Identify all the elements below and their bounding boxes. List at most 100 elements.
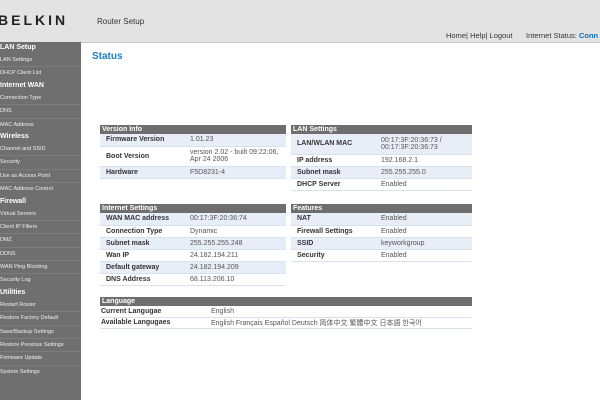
sidebar-item-client-ip-filters[interactable]: Client IP Filters: [0, 219, 81, 233]
internet-status: Internet Status: Conn: [526, 31, 598, 40]
row-value: 68.113.206.10: [190, 275, 235, 283]
sidebar-item-access-point[interactable]: Use as Access Point: [0, 168, 81, 182]
row-label: DHCP Server: [297, 180, 341, 188]
row-value: 24.182.194.209: [190, 263, 239, 271]
sidebar-item-wan-ping-blocking[interactable]: WAN Ping Blocking: [0, 260, 81, 273]
sidebar-item-connection-type[interactable]: Connection Type: [0, 92, 81, 104]
row-label: Wan IP: [106, 251, 130, 259]
sidebar-section-utilities[interactable]: Utilities: [0, 287, 81, 299]
language-options[interactable]: English Français Español Deutsch 简体中文 繁體…: [207, 317, 472, 328]
sidebar-item-virtual-servers[interactable]: Virtual Servers: [0, 208, 81, 220]
panel-header: Language: [100, 297, 472, 306]
row-label: NAT: [297, 215, 311, 223]
sidebar-item-dhcp-client-list[interactable]: DHCP Client List: [0, 66, 81, 79]
sidebar-item-mac-address-control[interactable]: MAC Address Control: [0, 182, 81, 195]
table-row: IP address 192.168.2.1: [291, 154, 472, 166]
belkin-logo: BELKIN: [0, 12, 69, 28]
table-row: Available Langugaes English Français Esp…: [100, 317, 472, 328]
row-value: Enabled: [381, 215, 407, 223]
sidebar-section-lan-setup[interactable]: LAN Setup: [0, 42, 81, 54]
logout-link[interactable]: Logout: [490, 31, 513, 40]
table-row: Boot Version version 2.02 - built 09:22:…: [100, 146, 286, 166]
row-label: Boot Version: [106, 152, 150, 160]
table-row: LAN/WLAN MAC 00:17:3F:20:36:73 / 00:17:3…: [291, 134, 472, 154]
row-label: Subnet mask: [297, 168, 341, 176]
table-row: Hardware F5D8231-4: [100, 166, 286, 178]
table-row: Wan IP 24.182.194.211: [100, 249, 286, 261]
row-label: IP address: [297, 156, 333, 164]
row-label: Firewall Settings: [297, 227, 353, 235]
row-value: 255.255.255.0: [381, 168, 426, 176]
sidebar-section-internet-wan[interactable]: Internet WAN: [0, 80, 81, 92]
table-row: WAN MAC address 00:17:3F:20:36:74: [100, 213, 286, 225]
internet-status-value: Conn: [578, 31, 599, 40]
internet-status-label: Internet Status:: [526, 31, 577, 40]
row-value: F5D8231-4: [190, 168, 226, 176]
table-row: NAT Enabled: [291, 213, 472, 225]
sidebar-section-firewall[interactable]: Firewall: [0, 196, 81, 208]
sidebar-item-restart-router[interactable]: Restart Router: [0, 299, 81, 311]
version-info-panel: Version Info Firmware Version 1.01.23 Bo…: [100, 125, 286, 179]
table-row: SSID keyworkgroup: [291, 237, 472, 249]
features-panel: Features NAT Enabled Firewall Settings E…: [291, 204, 472, 262]
row-label: Firmware Version: [106, 136, 165, 144]
row-label: Connection Type: [106, 227, 163, 235]
link-separator: |: [485, 31, 488, 40]
version-info-table: Firmware Version 1.01.23 Boot Version ve…: [100, 134, 286, 179]
sidebar-item-dns[interactable]: DNS: [0, 104, 81, 117]
row-value: 1.01.23: [190, 136, 214, 144]
row-label: Security: [297, 251, 325, 259]
home-link[interactable]: Home: [446, 31, 466, 40]
table-row: Security Enabled: [291, 249, 472, 261]
table-row: Current Langugae English: [100, 306, 472, 317]
row-label: WAN MAC address: [106, 215, 170, 223]
row-value: Enabled: [381, 227, 407, 235]
table-row: DNS Address 68.113.206.10: [100, 273, 286, 285]
sidebar-nav: LAN Setup LAN Settings DHCP Client List …: [0, 42, 81, 400]
row-value: 00:17:3F:20:36:73 / 00:17:3F:20:36:73: [381, 136, 442, 151]
table-row: Firmware Version 1.01.23: [100, 134, 286, 146]
features-table: NAT Enabled Firewall Settings Enabled SS…: [291, 213, 472, 262]
sidebar-item-restore-previous-settings[interactable]: Restore Previous Settings: [0, 338, 81, 351]
row-value: Dynamic: [190, 227, 218, 235]
sidebar-item-wireless-security[interactable]: Security: [0, 155, 81, 168]
table-row: Default gateway 24.182.194.209: [100, 261, 286, 273]
language-panel: Language Current Langugae English Availa…: [100, 297, 472, 329]
sidebar-item-restore-factory-default[interactable]: Restore Factory Default: [0, 311, 81, 324]
table-row: Connection Type Dynamic: [100, 225, 286, 237]
panel-header: LAN Settings: [291, 125, 472, 134]
sidebar-item-dmz[interactable]: DMZ: [0, 233, 81, 246]
row-label: Subnet mask: [106, 239, 150, 247]
page-title: Status: [92, 51, 123, 62]
row-value: 00:17:3F:20:36:74: [190, 215, 247, 223]
row-label: LAN/WLAN MAC: [297, 140, 353, 148]
table-row: Firewall Settings Enabled: [291, 225, 472, 237]
help-link[interactable]: Help: [470, 31, 485, 40]
table-row: DHCP Server Enabled: [291, 178, 472, 190]
row-value: 255.255.255.248: [190, 239, 243, 247]
row-label: SSID: [297, 239, 314, 247]
panel-header: Version Info: [100, 125, 286, 134]
language-table: Current Langugae English Available Langu…: [100, 306, 472, 329]
sidebar-item-firmware-update[interactable]: Firmware Update: [0, 351, 81, 364]
sidebar-item-mac-address[interactable]: MAC Address: [0, 117, 81, 131]
row-label: Current Langugae: [101, 307, 162, 315]
sidebar-item-system-settings[interactable]: System Settings: [0, 364, 81, 378]
row-label: Available Langugaes: [101, 319, 171, 326]
row-label: Default gateway: [106, 263, 160, 271]
panel-header: Internet Settings: [100, 204, 286, 213]
row-value: Enabled: [381, 180, 407, 188]
link-separator: |: [466, 31, 468, 40]
sidebar-item-ddns[interactable]: DDNS: [0, 246, 81, 260]
table-row: Subnet mask 255.255.255.248: [100, 237, 286, 249]
row-label: DNS Address: [106, 275, 151, 283]
sidebar-item-channel-ssid[interactable]: Channel and SSID: [0, 143, 81, 155]
sidebar-section-wireless[interactable]: Wireless: [0, 131, 81, 143]
top-links: Home| Help| Logout: [446, 31, 513, 40]
row-label: Hardware: [106, 168, 138, 176]
sidebar-item-security-log[interactable]: Security Log: [0, 273, 81, 286]
sidebar-item-lan-settings[interactable]: LAN Settings: [0, 54, 81, 66]
sidebar-item-save-backup-settings[interactable]: Save/Backup Settings: [0, 324, 81, 338]
table-row: Subnet mask 255.255.255.0: [291, 166, 472, 178]
row-value: Enabled: [381, 251, 407, 259]
